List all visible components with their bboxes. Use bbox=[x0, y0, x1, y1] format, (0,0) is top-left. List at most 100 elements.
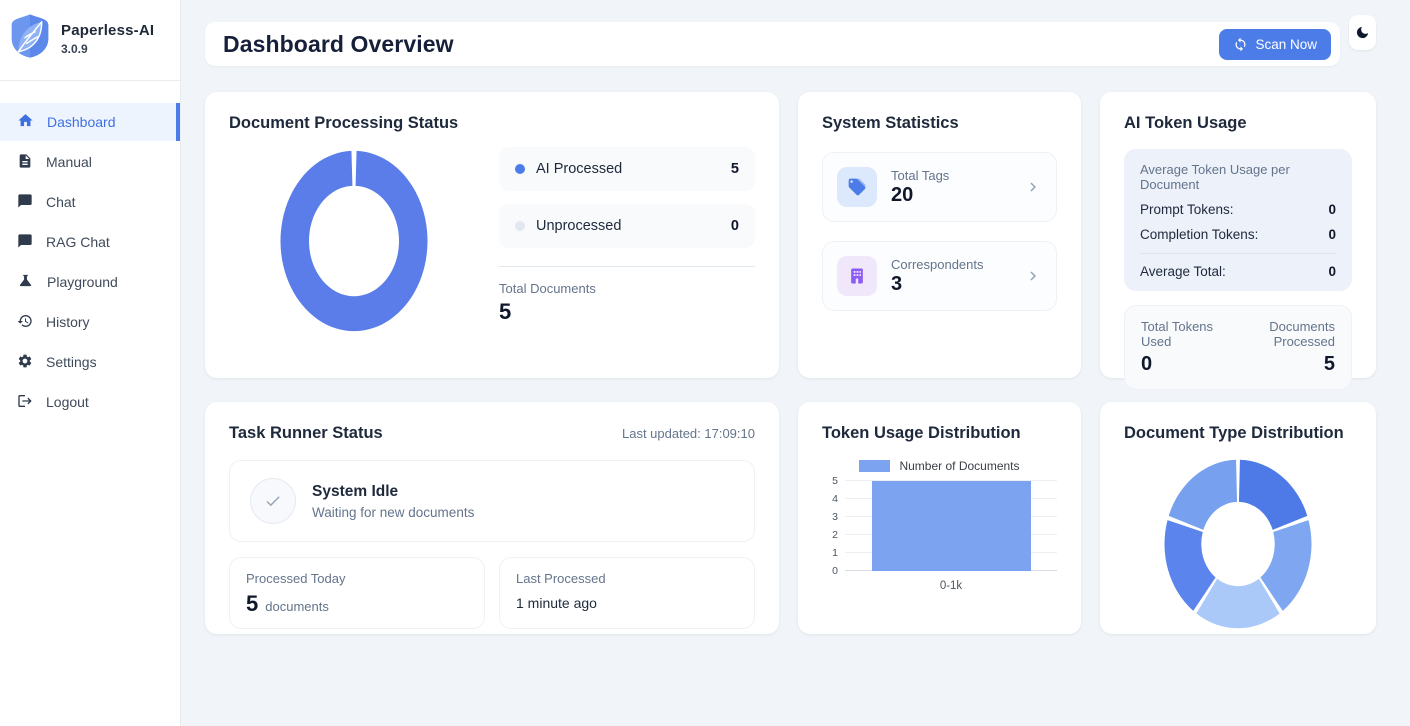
sidebar: Paperless-AI 3.0.9 Dashboard Manual Chat… bbox=[0, 0, 181, 726]
last-processed-box: Last Processed 1 minute ago bbox=[499, 557, 755, 629]
card-title: Document Type Distribution bbox=[1124, 424, 1352, 443]
chat-bubble-icon bbox=[17, 233, 33, 252]
prompt-tokens-value: 0 bbox=[1328, 202, 1336, 217]
processed-today-box: Processed Today 5 documents bbox=[229, 557, 485, 629]
plot-area bbox=[845, 481, 1057, 571]
logout-icon bbox=[17, 393, 33, 412]
card-ai-token-usage: AI Token Usage Average Token Usage per D… bbox=[1100, 92, 1376, 378]
legend-row-ai-processed: AI Processed 5 bbox=[499, 147, 755, 191]
flask-icon bbox=[17, 272, 34, 292]
chat-bubble-icon bbox=[17, 193, 33, 212]
bar-0-1k bbox=[872, 481, 1031, 571]
chevron-right-icon bbox=[1024, 178, 1042, 196]
y-tick-label: 5 bbox=[832, 476, 838, 486]
sidebar-item-chat[interactable]: Chat bbox=[0, 183, 180, 221]
system-status-box: System Idle Waiting for new documents bbox=[229, 460, 755, 542]
chevron-right-icon bbox=[1024, 267, 1042, 285]
card-document-processing-status: Document Processing Status AI Processed … bbox=[205, 92, 779, 378]
processed-today-unit: documents bbox=[265, 599, 329, 614]
header-bar: Dashboard Overview Scan Now bbox=[205, 22, 1340, 66]
stat-item-total-tags[interactable]: Total Tags 20 bbox=[822, 152, 1057, 222]
sidebar-item-manual[interactable]: Manual bbox=[0, 143, 180, 181]
total-tokens-used-label: Total Tokens Used bbox=[1141, 319, 1228, 349]
divider bbox=[1140, 253, 1336, 254]
legend-value: 0 bbox=[731, 218, 739, 234]
history-icon bbox=[17, 313, 33, 332]
sidebar-item-history[interactable]: History bbox=[0, 303, 180, 341]
sidebar-item-settings[interactable]: Settings bbox=[0, 343, 180, 381]
completion-tokens-label: Completion Tokens: bbox=[1140, 227, 1258, 242]
processing-donut-chart bbox=[279, 149, 429, 338]
legend-value: 5 bbox=[731, 161, 739, 177]
sidebar-item-rag-chat[interactable]: RAG Chat bbox=[0, 223, 180, 261]
legend-label: AI Processed bbox=[536, 161, 622, 177]
average-total-value: 0 bbox=[1328, 264, 1336, 279]
sidebar-item-playground[interactable]: Playground bbox=[0, 263, 180, 301]
building-icon bbox=[837, 256, 877, 296]
sidebar-item-dashboard[interactable]: Dashboard bbox=[0, 103, 180, 141]
stat-value: 3 bbox=[891, 273, 984, 296]
sidebar-item-label: RAG Chat bbox=[46, 234, 110, 250]
card-title: Task Runner Status bbox=[229, 424, 383, 443]
y-tick-label: 4 bbox=[832, 494, 838, 504]
task-stats-grid: Processed Today 5 documents Last Process… bbox=[229, 557, 755, 629]
status-texts: System Idle Waiting for new documents bbox=[312, 483, 474, 520]
tag-icon bbox=[837, 167, 877, 207]
prompt-tokens-label: Prompt Tokens: bbox=[1140, 202, 1234, 217]
processing-legend: AI Processed 5 Unprocessed 0 Total Docum… bbox=[499, 147, 755, 338]
processing-body: AI Processed 5 Unprocessed 0 Total Docum… bbox=[229, 133, 755, 338]
x-axis-label: 0-1k bbox=[822, 580, 1057, 592]
total-documents-label: Total Documents bbox=[499, 281, 755, 296]
legend-label: Number of Documents bbox=[899, 459, 1019, 473]
legend-label: Unprocessed bbox=[536, 218, 621, 234]
processed-today-label: Processed Today bbox=[246, 571, 468, 586]
average-token-usage-panel: Average Token Usage per Document Prompt … bbox=[1124, 149, 1352, 291]
stat-label: Correspondents bbox=[891, 257, 984, 272]
stat-texts: Total Tags 20 bbox=[891, 168, 949, 207]
completion-tokens-value: 0 bbox=[1328, 227, 1336, 242]
status-title: System Idle bbox=[312, 483, 474, 501]
app-logo-block: Paperless-AI 3.0.9 bbox=[0, 0, 180, 81]
documents-processed-block: Documents Processed 5 bbox=[1228, 319, 1335, 376]
divider bbox=[499, 266, 755, 267]
donut-segment bbox=[1239, 460, 1307, 530]
documents-processed-value: 5 bbox=[1228, 353, 1335, 376]
moon-icon bbox=[1355, 25, 1370, 40]
sidebar-nav: Dashboard Manual Chat RAG Chat Playgroun… bbox=[0, 81, 180, 421]
app-title-block: Paperless-AI 3.0.9 bbox=[61, 22, 154, 56]
bar-chart-legend: Number of Documents bbox=[822, 459, 1057, 473]
processed-today-line: 5 documents bbox=[246, 591, 468, 617]
sidebar-item-label: Logout bbox=[46, 394, 89, 410]
doctype-donut-chart bbox=[1124, 458, 1352, 630]
completion-tokens-row: Completion Tokens: 0 bbox=[1140, 227, 1336, 242]
total-tokens-used-value: 0 bbox=[1141, 353, 1228, 376]
leaf-logo-icon bbox=[10, 13, 50, 64]
last-processed-value: 1 minute ago bbox=[516, 595, 738, 611]
card-system-statistics: System Statistics Total Tags 20 Correspo… bbox=[798, 92, 1081, 378]
card-document-type-distribution: Document Type Distribution bbox=[1100, 402, 1376, 634]
card-title: AI Token Usage bbox=[1124, 114, 1352, 133]
gear-icon bbox=[17, 353, 33, 372]
card-token-usage-distribution: Token Usage Distribution Number of Docum… bbox=[798, 402, 1081, 634]
sidebar-item-logout[interactable]: Logout bbox=[0, 383, 180, 421]
average-total-row: Average Total: 0 bbox=[1140, 264, 1336, 279]
donut-segment bbox=[1169, 460, 1237, 530]
legend-row-unprocessed: Unprocessed 0 bbox=[499, 204, 755, 248]
total-tokens-used-block: Total Tokens Used 0 bbox=[1141, 319, 1228, 376]
theme-toggle-button[interactable] bbox=[1349, 15, 1376, 50]
app-version: 3.0.9 bbox=[61, 42, 154, 56]
app-name: Paperless-AI bbox=[61, 22, 154, 39]
scan-now-label: Scan Now bbox=[1255, 37, 1317, 52]
page-header: Dashboard Overview Scan Now bbox=[205, 22, 1376, 66]
processed-today-value: 5 bbox=[246, 591, 258, 617]
card-title: Document Processing Status bbox=[229, 114, 755, 133]
scan-now-button[interactable]: Scan Now bbox=[1219, 29, 1331, 60]
home-icon bbox=[17, 112, 34, 132]
sidebar-item-label: Dashboard bbox=[47, 114, 116, 130]
donut-segment bbox=[281, 151, 428, 331]
cards-row-2: Task Runner Status Last updated: 17:09:1… bbox=[205, 402, 1376, 634]
stat-item-correspondents[interactable]: Correspondents 3 bbox=[822, 241, 1057, 311]
avg-usage-title: Average Token Usage per Document bbox=[1140, 162, 1336, 192]
last-updated-text: Last updated: 17:09:10 bbox=[622, 426, 755, 441]
token-totals-panel: Total Tokens Used 0 Documents Processed … bbox=[1124, 305, 1352, 390]
